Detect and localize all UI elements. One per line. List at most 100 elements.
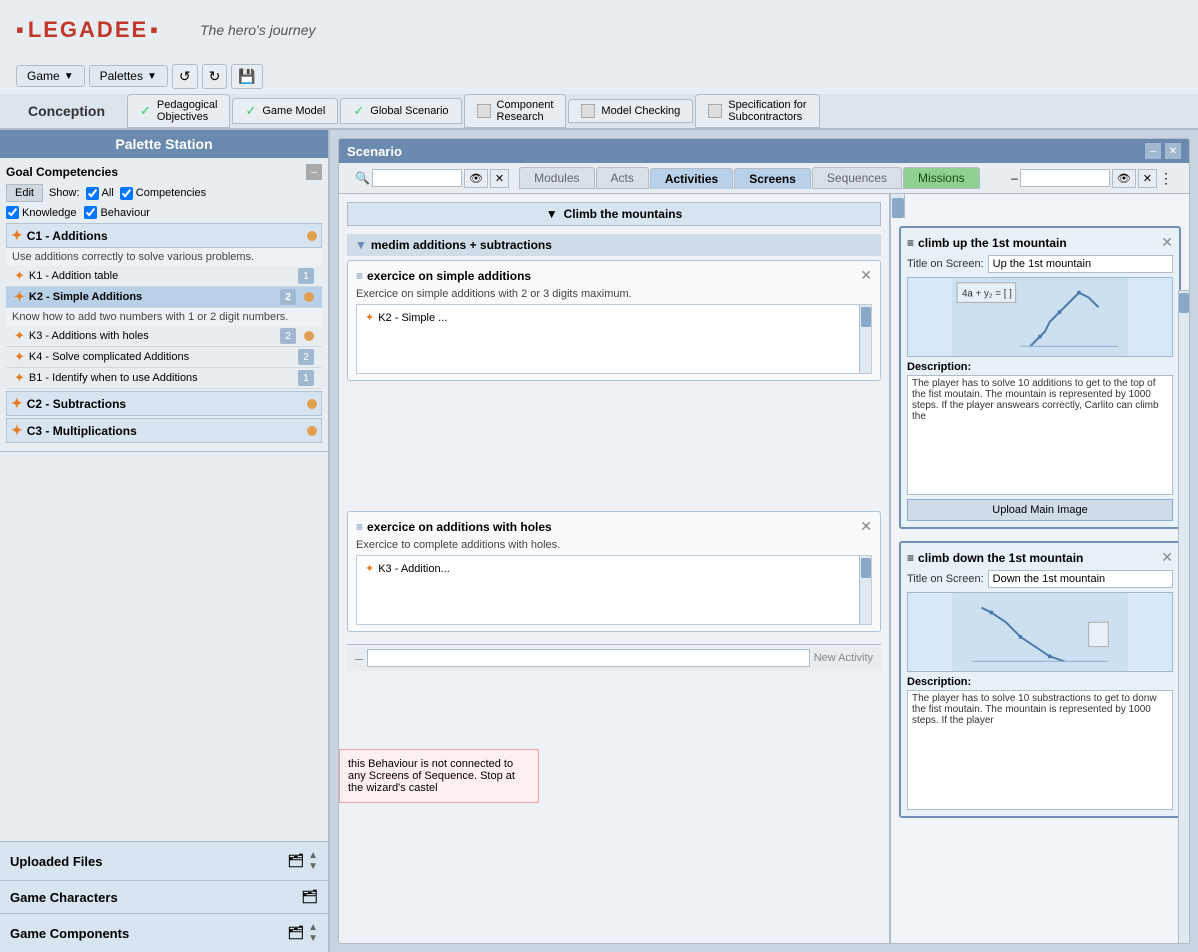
toolbar-row: Game ▼ Palettes ▼ ↺ ↻ 💾 <box>0 59 1198 93</box>
game-characters-section[interactable]: Game Characters 🗂 <box>0 880 328 913</box>
all-checkbox-label[interactable]: All <box>86 187 114 200</box>
undo-button[interactable]: ↺ <box>172 64 198 89</box>
tab-component-research[interactable]: ComponentResearch <box>464 94 567 128</box>
competency-group-c1: ✦ C1 - Additions Use additions correctly… <box>6 223 322 389</box>
scroll-track-2[interactable] <box>859 556 871 624</box>
desc-label-2: Description: <box>907 676 1173 688</box>
activity-close-button-2[interactable]: ✕ <box>860 518 872 535</box>
logo-icon-left: ▪ <box>16 17 26 43</box>
screens-left-scrollbar[interactable] <box>891 194 905 218</box>
tab-modules[interactable]: Modules <box>519 167 594 189</box>
upload-main-image-button-1[interactable]: Upload Main Image <box>907 499 1173 521</box>
extra-checkboxes: Knowledge Behaviour <box>6 206 322 219</box>
activity-search-area: 🔍 👁 ✕ <box>355 169 509 188</box>
k3-item[interactable]: ✦ K3 - Additions with holes 2 <box>6 326 322 347</box>
tab-label-5: Model Checking <box>601 105 680 117</box>
activity-clear-button[interactable]: ✕ <box>490 169 509 188</box>
star-icon-c2: ✦ <box>11 395 23 412</box>
tab-acts[interactable]: Acts <box>596 167 649 189</box>
screen-close-button-1[interactable]: ✕ <box>1161 234 1173 251</box>
k2-label: K2 - Simple Additions <box>29 291 142 303</box>
competency-header-c1[interactable]: ✦ C1 - Additions <box>6 223 322 248</box>
k4-label: K4 - Solve complicated Additions <box>29 351 189 363</box>
uploaded-files-section[interactable]: Uploaded Files 🗂 ▲▼ <box>0 841 328 880</box>
behaviour-checkbox[interactable] <box>84 206 97 219</box>
competency-header-c2[interactable]: ✦ C2 - Subtractions <box>6 391 322 416</box>
activity-search-input[interactable] <box>372 169 462 187</box>
activities-area-header: ▼ Climb the mountains <box>347 202 881 226</box>
activity-close-button-1[interactable]: ✕ <box>860 267 872 284</box>
desc-text-1[interactable]: The player has to solve 10 additions to … <box>907 375 1173 495</box>
svg-text:4a + y₂ = [ ]: 4a + y₂ = [ ] <box>962 289 1012 300</box>
screen-card-1-title: ≡ climb up the 1st mountain <box>907 236 1067 250</box>
competencies-checkbox[interactable] <box>120 187 133 200</box>
competencies-label: Competencies <box>136 187 206 199</box>
competencies-checkbox-label[interactable]: Competencies <box>120 187 206 200</box>
tab-game-model[interactable]: ✓ Game Model <box>232 98 338 124</box>
palettes-menu-button[interactable]: Palettes ▼ <box>89 65 168 87</box>
knowledge-checkbox-label[interactable]: Knowledge <box>6 206 76 219</box>
screen-icon-2: ≡ <box>907 551 914 565</box>
knowledge-checkbox[interactable] <box>6 206 19 219</box>
b1-item[interactable]: ✦ B1 - Identify when to use Additions 1 <box>6 368 322 389</box>
minimize-window-button[interactable]: – <box>1145 143 1161 159</box>
screen-close-button-2[interactable]: ✕ <box>1161 549 1173 566</box>
expand-dot-k3 <box>304 331 314 341</box>
k2-item[interactable]: ✦ K2 - Simple Additions 2 <box>6 287 322 308</box>
scenario-tabs: Modules Acts Activities Screens Sequence… <box>519 167 980 189</box>
competency-header-c3[interactable]: ✦ C3 - Multiplications <box>6 418 322 443</box>
screen-title-label-2: Title on Screen: <box>907 570 1173 588</box>
tab-global-scenario[interactable]: ✓ Global Scenario <box>340 98 461 124</box>
close-window-button[interactable]: ✕ <box>1165 143 1181 159</box>
tag-icon-1: ✦ <box>365 311 374 324</box>
activity-tag-2: ✦ K3 - Addition... <box>361 560 867 577</box>
k1-item[interactable]: ✦ K1 - Addition table 1 <box>6 266 322 287</box>
activity-card-scroll-1: ✦ K2 - Simple ... <box>356 304 872 374</box>
star-icon-c3: ✦ <box>11 422 23 439</box>
tab-specification-subcontractors[interactable]: Specification forSubcontractors <box>695 94 819 128</box>
check-icon-2: ✓ <box>245 103 256 119</box>
activity-eye-button[interactable]: 👁 <box>464 169 488 188</box>
activity-card-scroll-2: ✦ K3 - Addition... <box>356 555 872 625</box>
tab-activities[interactable]: Activities <box>650 168 733 189</box>
screen-eye-button[interactable]: 👁 <box>1112 169 1136 188</box>
scroll-track-1[interactable] <box>859 305 871 373</box>
tab-model-checking[interactable]: Model Checking <box>568 99 693 123</box>
screen-title-label-1: Title on Screen: <box>907 255 1173 273</box>
screen-card-2-header: ≡ climb down the 1st mountain ✕ <box>907 549 1173 566</box>
new-activity-icon[interactable]: – <box>355 650 363 666</box>
screens-panel: ≡ climb up the 1st mountain ✕ Title on S… <box>889 194 1189 943</box>
screen-extra-icon: ⋮ <box>1159 170 1173 187</box>
activity-scroll-content-1: ✦ K2 - Simple ... <box>357 305 871 330</box>
behaviour-label: Behaviour <box>100 207 150 219</box>
competency-group-c3: ✦ C3 - Multiplications <box>6 418 322 443</box>
tab-pedagogical-objectives[interactable]: ✓ PedagogicalObjectives <box>127 94 230 128</box>
edit-button[interactable]: Edit <box>6 184 43 202</box>
game-menu-button[interactable]: Game ▼ <box>16 65 85 87</box>
behaviour-checkbox-label[interactable]: Behaviour <box>84 206 150 219</box>
tab-screens[interactable]: Screens <box>734 168 811 189</box>
all-checkbox[interactable] <box>86 187 99 200</box>
k4-item[interactable]: ✦ K4 - Solve complicated Additions 2 <box>6 347 322 368</box>
filter-icon: ▼ <box>546 207 558 221</box>
save-button[interactable]: 💾 <box>231 64 262 89</box>
show-label: Show: <box>49 187 80 199</box>
screen-search-input[interactable] <box>1020 169 1110 187</box>
new-activity-input[interactable] <box>367 649 810 667</box>
game-label: Game <box>27 69 60 83</box>
game-components-section[interactable]: Game Components 🗂 ▲▼ <box>0 913 328 952</box>
desc-text-2[interactable]: The player has to solve 10 substractions… <box>907 690 1173 810</box>
bottom-panels: Uploaded Files 🗂 ▲▼ Game Characters 🗂 <box>0 841 328 952</box>
k3-num: 2 <box>280 328 296 344</box>
tab-sequences[interactable]: Sequences <box>812 167 902 189</box>
screen-title-input-2[interactable] <box>988 570 1173 588</box>
activity-card-1: ≡ exercice on simple additions ✕ Exercic… <box>347 260 881 381</box>
minimize-competencies-button[interactable]: – <box>306 164 322 180</box>
screen-title-input-1[interactable] <box>988 255 1173 273</box>
screen-clear-button[interactable]: ✕ <box>1138 169 1157 188</box>
redo-button[interactable]: ↻ <box>202 64 228 89</box>
tab-missions[interactable]: Missions <box>903 167 980 189</box>
screen-search-area: – 👁 ✕ ⋮ <box>1011 169 1173 188</box>
tag-icon-2: ✦ <box>365 562 374 575</box>
screens-right-scrollbar[interactable] <box>1178 290 1189 943</box>
